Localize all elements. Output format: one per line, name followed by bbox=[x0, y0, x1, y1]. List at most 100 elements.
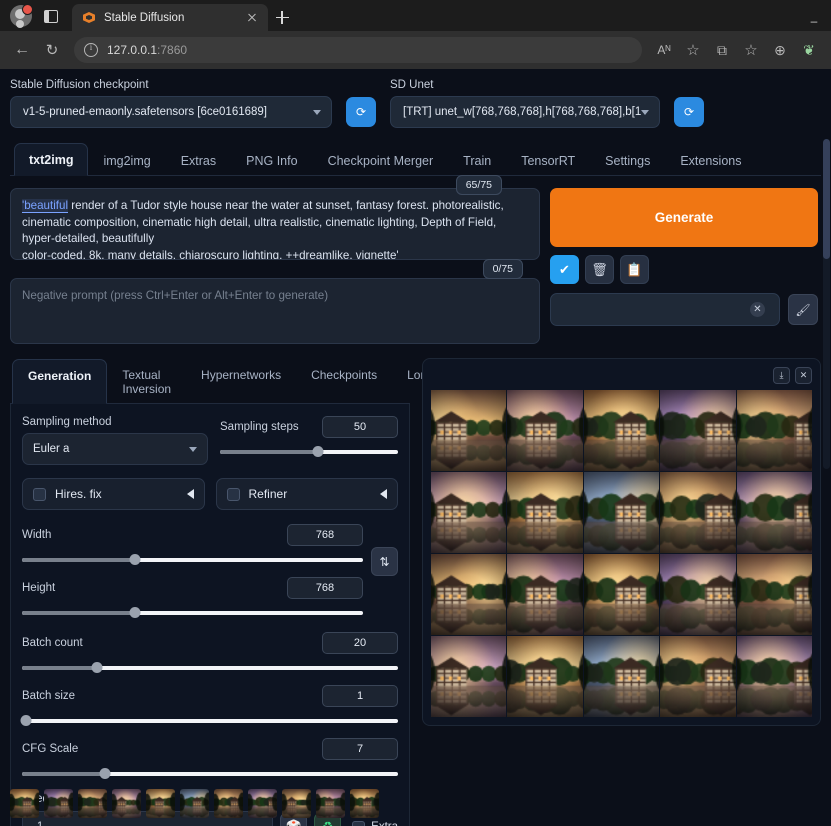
browser-tab[interactable]: Stable Diffusion bbox=[72, 4, 268, 31]
split-screen-icon[interactable]: ⧉ bbox=[708, 36, 736, 64]
refiner-checkbox[interactable] bbox=[227, 488, 240, 501]
sampling-steps-value[interactable]: 50 bbox=[322, 416, 398, 438]
sampling-steps-slider[interactable] bbox=[220, 447, 398, 457]
clear-prompt-trash-icon[interactable]: 🗑 bbox=[585, 255, 614, 284]
prompt-action-buttons: ✔ 🗑 📋 bbox=[550, 255, 818, 284]
tab-extras[interactable]: Extras bbox=[166, 144, 231, 176]
tab-txt2img[interactable]: txt2img bbox=[14, 143, 88, 176]
subtab-hypernetworks[interactable]: Hypernetworks bbox=[186, 359, 296, 404]
batch-count-value[interactable]: 20 bbox=[322, 632, 398, 654]
site-info-icon[interactable] bbox=[84, 43, 98, 57]
tab-tensorrt[interactable]: TensorRT bbox=[506, 144, 590, 176]
copilot-icon[interactable]: ❦ bbox=[795, 36, 823, 64]
back-icon[interactable]: ← bbox=[8, 36, 36, 64]
subtab-checkpoints[interactable]: Checkpoints bbox=[296, 359, 392, 404]
download-image-icon[interactable]: ⤓ bbox=[773, 367, 790, 384]
height-slider[interactable] bbox=[22, 608, 363, 618]
gallery-image[interactable] bbox=[431, 390, 506, 471]
gallery-image[interactable] bbox=[431, 554, 506, 635]
gallery-thumbnail[interactable] bbox=[78, 789, 107, 818]
refresh-unet-button[interactable]: ⟳ bbox=[674, 97, 704, 127]
tab-img2img[interactable]: img2img bbox=[88, 144, 165, 176]
apply-style-brush-icon[interactable]: 🖌 bbox=[788, 294, 818, 325]
tab-checkpoint-merger[interactable]: Checkpoint Merger bbox=[313, 144, 449, 176]
close-gallery-icon[interactable]: ✕ bbox=[795, 367, 812, 384]
width-value[interactable]: 768 bbox=[287, 524, 363, 546]
gallery-thumbnail[interactable] bbox=[214, 789, 243, 818]
address-bar-url: 127.0.0.1:7860 bbox=[107, 43, 187, 57]
gallery-image[interactable] bbox=[584, 554, 659, 635]
gallery-image[interactable] bbox=[431, 636, 506, 717]
gallery-image[interactable] bbox=[660, 390, 735, 471]
tab-png-info[interactable]: PNG Info bbox=[231, 144, 312, 176]
refiner-accordion[interactable]: Refiner bbox=[216, 478, 399, 510]
tab-extensions[interactable]: Extensions bbox=[665, 144, 756, 176]
gallery-image[interactable] bbox=[660, 554, 735, 635]
gallery-image[interactable] bbox=[507, 554, 582, 635]
generate-button[interactable]: Generate bbox=[550, 188, 818, 247]
styles-dropdown[interactable]: ✕ bbox=[550, 293, 780, 326]
gallery-image[interactable] bbox=[584, 472, 659, 553]
batch-size-slider[interactable] bbox=[22, 716, 398, 726]
prompt-input[interactable]: 'beautiful render of a Tudor style house… bbox=[10, 188, 540, 260]
gallery-image[interactable] bbox=[737, 390, 812, 471]
new-tab-button[interactable] bbox=[268, 4, 296, 31]
paste-clipboard-icon[interactable]: 📋 bbox=[620, 255, 649, 284]
refresh-checkpoint-button[interactable]: ⟳ bbox=[346, 97, 376, 127]
gallery-thumbnail[interactable] bbox=[248, 789, 277, 818]
gallery-image[interactable] bbox=[584, 390, 659, 471]
page-scrollbar[interactable] bbox=[823, 139, 830, 469]
collections-icon[interactable]: ⊕ bbox=[766, 36, 794, 64]
add-favorite-icon[interactable]: ☆ bbox=[679, 36, 707, 64]
sampling-method-select[interactable]: Euler a bbox=[22, 433, 208, 465]
gallery-image[interactable] bbox=[507, 390, 582, 471]
batch-count-slider[interactable] bbox=[22, 663, 398, 673]
width-slider[interactable] bbox=[22, 555, 363, 565]
gallery-thumbnail[interactable] bbox=[316, 789, 345, 818]
subtab-generation[interactable]: Generation bbox=[12, 359, 107, 404]
close-tab-icon[interactable] bbox=[244, 10, 260, 26]
gallery-image[interactable] bbox=[431, 472, 506, 553]
favorites-icon[interactable]: ☆ bbox=[737, 36, 765, 64]
read-aloud-icon[interactable]: Aᴺ bbox=[650, 36, 678, 64]
gallery-thumbnail[interactable] bbox=[44, 789, 73, 818]
gallery-image[interactable] bbox=[737, 554, 812, 635]
swap-dimensions-icon[interactable]: ⇅ bbox=[371, 547, 398, 576]
gallery-image[interactable] bbox=[507, 472, 582, 553]
gallery-thumbnail[interactable] bbox=[180, 789, 209, 818]
gallery-image[interactable] bbox=[737, 472, 812, 553]
height-value[interactable]: 768 bbox=[287, 577, 363, 599]
unet-select[interactable]: [TRT] unet_w[768,768,768],h[768,768,768]… bbox=[390, 96, 660, 128]
cfg-scale-label: CFG Scale bbox=[22, 743, 78, 755]
gallery-thumbnail[interactable] bbox=[282, 789, 311, 818]
batch-size-value[interactable]: 1 bbox=[322, 685, 398, 707]
restore-progress-icon[interactable]: ✔ bbox=[550, 255, 579, 284]
gallery-image[interactable] bbox=[584, 636, 659, 717]
hires-fix-checkbox[interactable] bbox=[33, 488, 46, 501]
checkpoint-select[interactable]: v1-5-pruned-emaonly.safetensors [6ce0161… bbox=[10, 96, 332, 128]
gallery-thumbnail[interactable] bbox=[146, 789, 175, 818]
gallery-image[interactable] bbox=[660, 472, 735, 553]
gallery-thumbnail[interactable] bbox=[350, 789, 379, 818]
address-bar[interactable]: 127.0.0.1:7860 bbox=[74, 37, 642, 63]
cfg-scale-head: CFG Scale 7 bbox=[22, 738, 398, 760]
gallery-image[interactable] bbox=[660, 636, 735, 717]
tab-train[interactable]: Train bbox=[448, 144, 506, 176]
gallery-thumbnail[interactable] bbox=[10, 789, 39, 818]
profile-avatar-icon[interactable] bbox=[10, 5, 32, 27]
gallery-image[interactable] bbox=[737, 636, 812, 717]
hires-fix-accordion[interactable]: Hires. fix bbox=[22, 478, 205, 510]
gallery-image[interactable] bbox=[507, 636, 582, 717]
prompt-token-counter: 65/75 bbox=[456, 175, 502, 195]
subtab-textual-inversion[interactable]: Textual Inversion bbox=[107, 359, 186, 404]
negative-prompt-input[interactable]: Negative prompt (press Ctrl+Enter or Alt… bbox=[10, 278, 540, 344]
dimensions-block: Width 768 Height 768 bbox=[22, 524, 398, 618]
clear-styles-icon[interactable]: ✕ bbox=[750, 302, 765, 317]
tab-settings[interactable]: Settings bbox=[590, 144, 665, 176]
tab-search-icon[interactable] bbox=[40, 5, 62, 27]
minimize-button[interactable]: – bbox=[801, 11, 827, 31]
cfg-scale-value[interactable]: 7 bbox=[322, 738, 398, 760]
gallery-thumbnail[interactable] bbox=[112, 789, 141, 818]
cfg-scale-slider[interactable] bbox=[22, 769, 398, 779]
reload-icon[interactable]: ↻ bbox=[38, 36, 66, 64]
